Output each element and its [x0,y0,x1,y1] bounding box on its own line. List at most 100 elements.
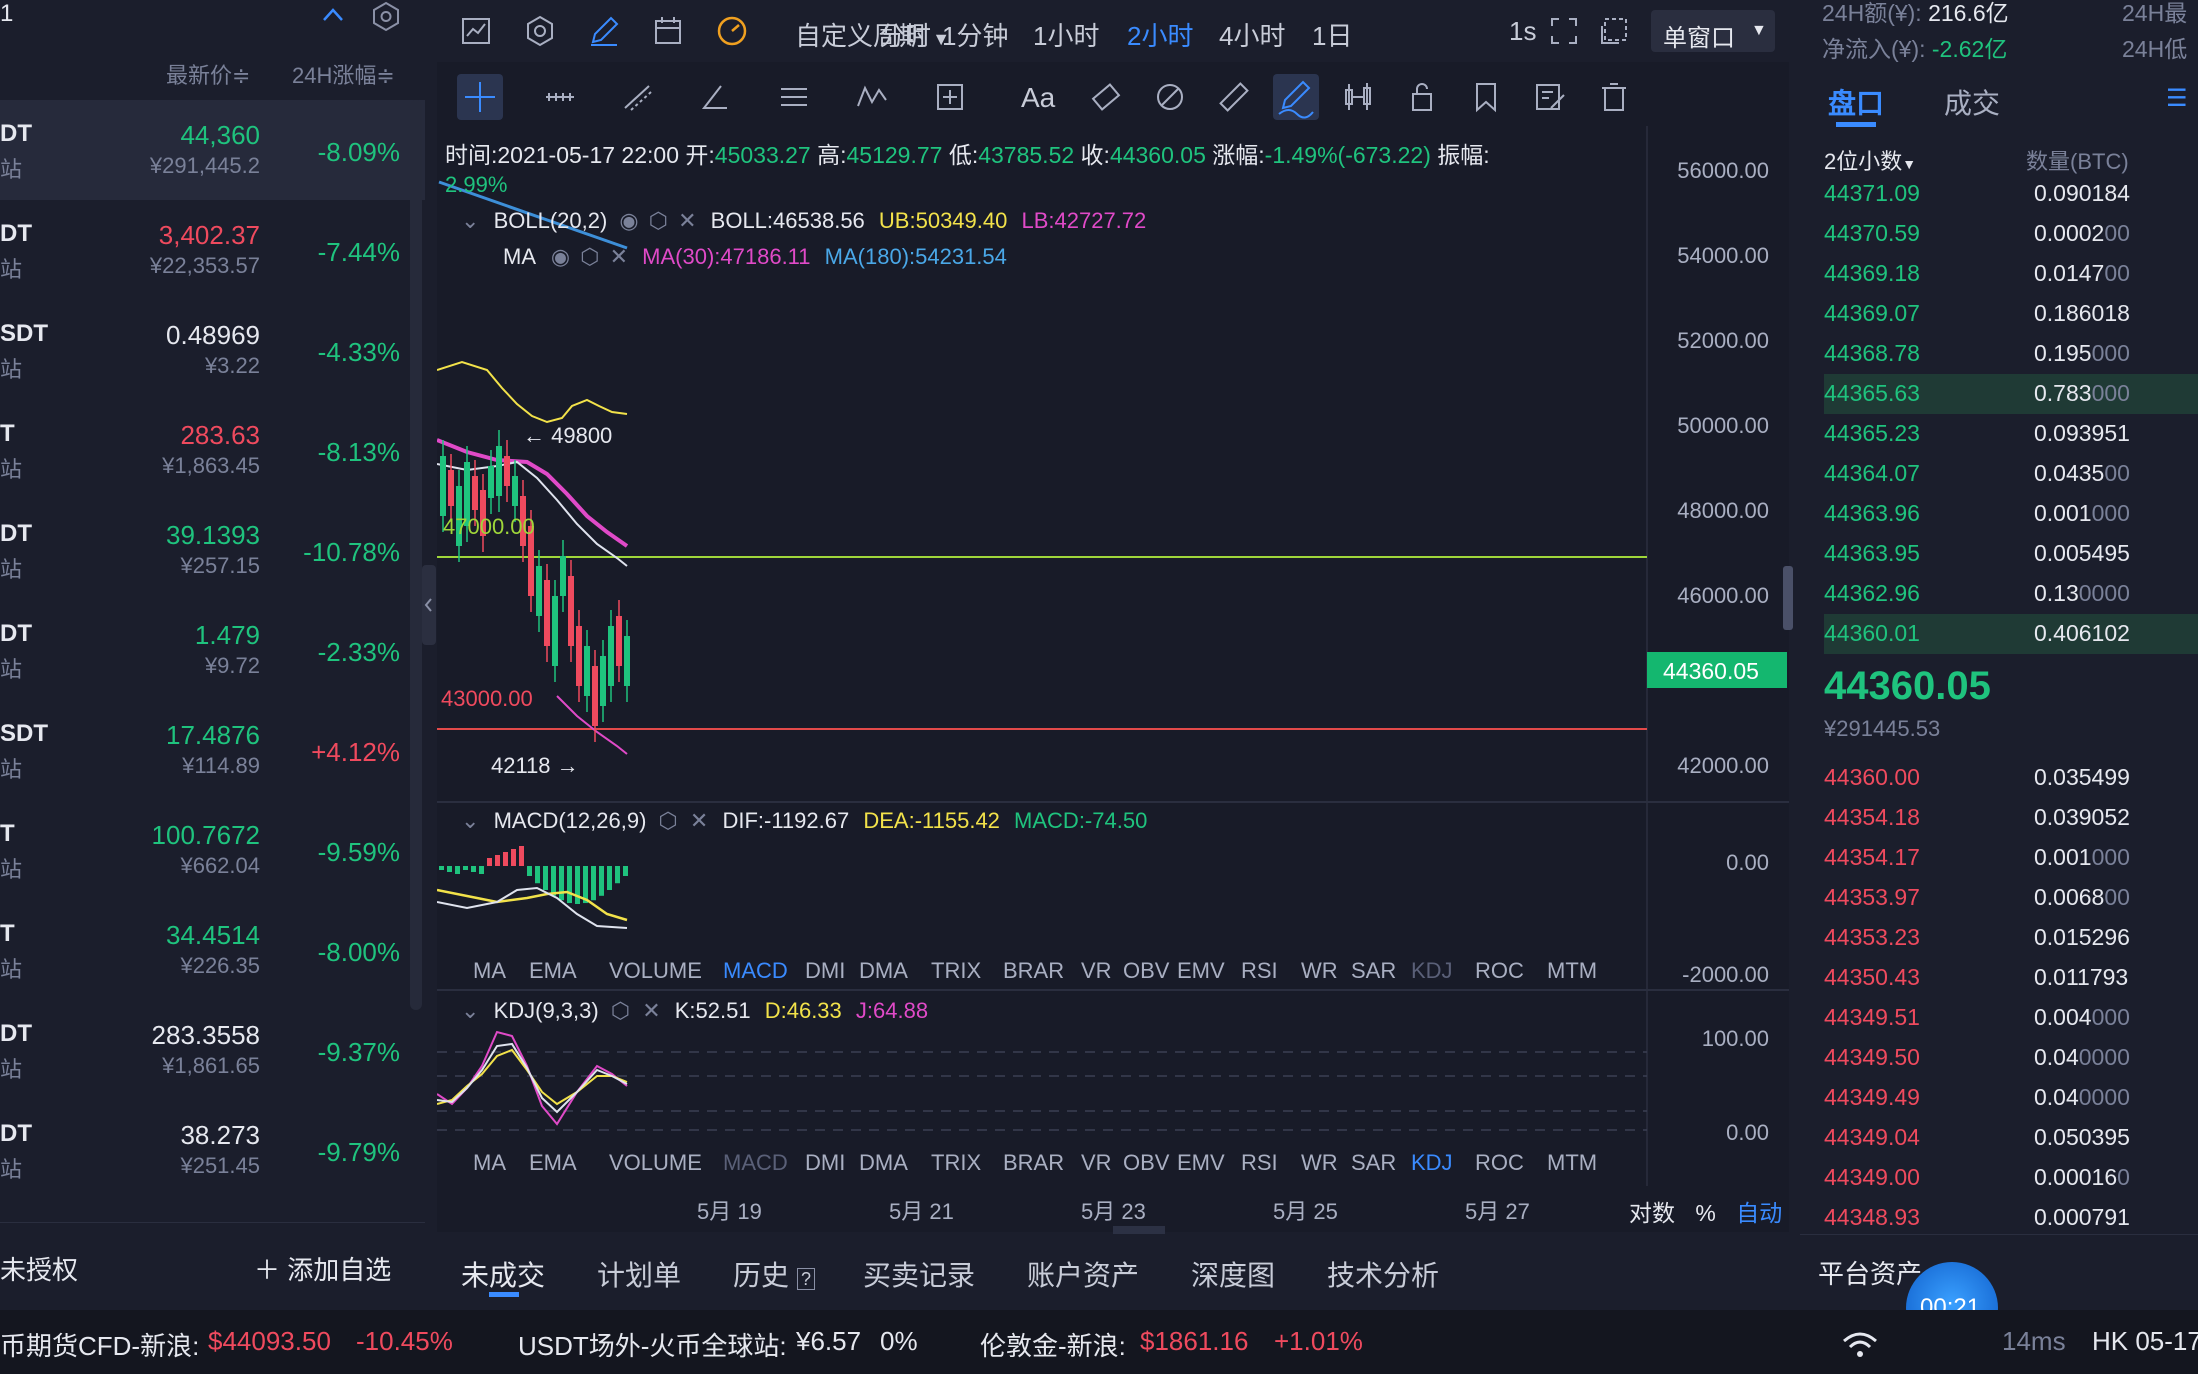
indicator-tab[interactable]: ROC [1475,958,1524,984]
indicator-tab[interactable]: OBV [1123,1150,1169,1176]
indicator-tab[interactable]: EMV [1177,1150,1225,1176]
edit-note-icon[interactable] [1533,80,1567,114]
list-scrollbar[interactable] [410,100,422,1010]
close-icon[interactable]: ✕ [610,244,628,269]
horizontal-ray-icon[interactable] [543,80,577,114]
indicator-tab[interactable]: BRAR [1003,1150,1064,1176]
period-tab[interactable]: 2小时 [1127,16,1193,53]
indicator-tab[interactable]: EMA [529,1150,577,1176]
axis-scroll-handle[interactable] [1783,566,1793,630]
indicator-tab[interactable]: VR [1081,958,1112,984]
indicator-tab[interactable]: SAR [1351,958,1396,984]
speedometer-icon[interactable] [715,14,749,48]
trash-icon[interactable] [1597,80,1631,114]
indicator-tab[interactable]: EMV [1177,958,1225,984]
indicator-tab[interactable]: MACD [723,1150,788,1176]
settings-hex-icon[interactable]: ⬡ [659,808,678,833]
indicator-tab[interactable]: VOLUME [609,1150,702,1176]
help-icon[interactable]: ? [797,1268,816,1290]
indicator-tab[interactable]: VR [1081,1150,1112,1176]
order-book-row[interactable]: 44363.96 0.001000 [1824,494,2198,534]
market-row[interactable]: DT 站 39.1393 ¥257.15 -10.78% [0,500,425,600]
period-tab[interactable]: 4小时 [1219,16,1285,53]
indicator-settings-icon[interactable] [523,14,557,48]
eraser-icon[interactable] [1089,80,1123,114]
angle-tool-icon[interactable] [699,80,733,114]
candlestick-chart[interactable] [437,126,1789,1206]
market-row[interactable]: SDT 站 0.48969 ¥3.22 -4.33% [0,300,425,400]
refresh-interval[interactable]: 1s [1509,16,1536,47]
close-icon[interactable]: ✕ [678,208,696,233]
period-tab[interactable]: 1小时 [1033,16,1099,53]
order-tab[interactable]: 未成交 [461,1254,545,1294]
chevron-down-icon[interactable]: ⌄ [461,998,479,1023]
order-tab[interactable]: 买卖记录 [863,1254,975,1294]
order-book-row[interactable]: 44348.93 0.000791 [1824,1198,2198,1238]
bookmark-icon[interactable] [1469,80,1503,114]
order-tab[interactable]: 技术分析 [1327,1254,1439,1294]
order-book-row[interactable]: 44354.17 0.001000 [1824,838,2198,878]
indicator-tab[interactable]: DMA [859,958,908,984]
indicator-tab[interactable]: BRAR [1003,958,1064,984]
indicator-tab[interactable]: DMI [805,958,845,984]
trend-line-icon[interactable] [621,80,655,114]
pane-resize-handle[interactable] [1113,1226,1165,1234]
market-row[interactable]: T 站 100.7672 ¥662.04 -9.59% [0,800,425,900]
panel-collapse-handle[interactable] [422,565,436,645]
indicator-tab[interactable]: MA [473,958,506,984]
order-book-row[interactable]: 44369.18 0.014700 [1824,254,2198,294]
settings-hex-icon[interactable]: ⬡ [649,208,668,233]
indicator-tab[interactable]: MTM [1547,958,1597,984]
order-book-row[interactable]: 44360.00 0.035499 [1824,758,2198,798]
order-book-row[interactable]: 44349.50 0.040000 [1824,1038,2198,1078]
collapse-up-icon[interactable] [318,2,348,26]
indicator-tab[interactable]: RSI [1241,958,1278,984]
order-book-row[interactable]: 44354.18 0.039052 [1824,798,2198,838]
indicator-tab[interactable]: VOLUME [609,958,702,984]
indicator-tab[interactable]: OBV [1123,958,1169,984]
order-book-row[interactable]: 44353.97 0.006800 [1824,878,2198,918]
market-row[interactable]: T 站 283.63 ¥1,863.45 -8.13% [0,400,425,500]
close-icon[interactable]: ✕ [690,808,708,833]
order-book-row[interactable]: 44360.01 0.406102 [1824,614,2198,654]
percent-scale-toggle[interactable]: % [1695,1200,1715,1226]
order-book-row[interactable]: 44371.09 0.090184 [1824,174,2198,214]
indicator-tab[interactable]: DMA [859,1150,908,1176]
order-book-row[interactable]: 44349.04 0.050395 [1824,1118,2198,1158]
parallel-channel-icon[interactable] [777,80,811,114]
text-tool-icon[interactable]: Aa [1021,82,1055,114]
order-book-row[interactable]: 44363.95 0.005495 [1824,534,2198,574]
market-row[interactable]: DT 站 38.273 ¥251.45 -9.79% [0,1100,425,1200]
measure-box-icon[interactable] [933,80,967,114]
settings-hex-icon[interactable]: ⬡ [580,244,599,269]
chart-type-icon[interactable] [459,14,493,48]
eye-icon[interactable]: ◉ [551,244,570,269]
order-tab[interactable]: 深度图 [1191,1254,1275,1294]
order-book-row[interactable]: 44362.96 0.130000 [1824,574,2198,614]
close-icon[interactable]: ✕ [642,998,660,1023]
decimals-dropdown[interactable]: 2位小数▼ [1824,144,1916,176]
pen-draw-icon[interactable] [587,14,621,48]
indicator-tab[interactable]: MA [473,1150,506,1176]
indicator-tab[interactable]: MTM [1547,1150,1597,1176]
order-book-row[interactable]: 44349.00 0.000160 [1824,1158,2198,1198]
calendar-icon[interactable] [651,14,685,48]
sort-by-change[interactable]: 24H涨幅≑ [292,58,395,90]
list-menu-icon[interactable]: ☰ [2166,84,2188,113]
chevron-down-icon[interactable]: ⌄ [461,208,479,233]
order-book-row[interactable]: 44365.23 0.093951 [1824,414,2198,454]
window-mode-dropdown[interactable]: 单窗口 ▼ [1651,10,1775,52]
auto-scale-toggle[interactable]: 自动 [1736,1200,1782,1226]
chevron-down-icon[interactable]: ⌄ [461,808,479,833]
settings-hex-icon[interactable] [370,0,402,32]
indicator-tab[interactable]: TRIX [931,1150,981,1176]
settings-hex-icon[interactable]: ⬡ [611,998,630,1023]
market-row[interactable]: DT 站 283.3558 ¥1,861.65 -9.37% [0,1000,425,1100]
order-book-row[interactable]: 44350.43 0.011793 [1824,958,2198,998]
indicator-tab[interactable]: MACD [723,958,788,984]
magnet-icon[interactable] [1153,80,1187,114]
indicator-tab[interactable]: RSI [1241,1150,1278,1176]
sort-by-price[interactable]: 最新价≑ [166,58,250,90]
log-scale-toggle[interactable]: 对数 [1629,1200,1675,1226]
ruler-icon[interactable] [1217,80,1251,114]
